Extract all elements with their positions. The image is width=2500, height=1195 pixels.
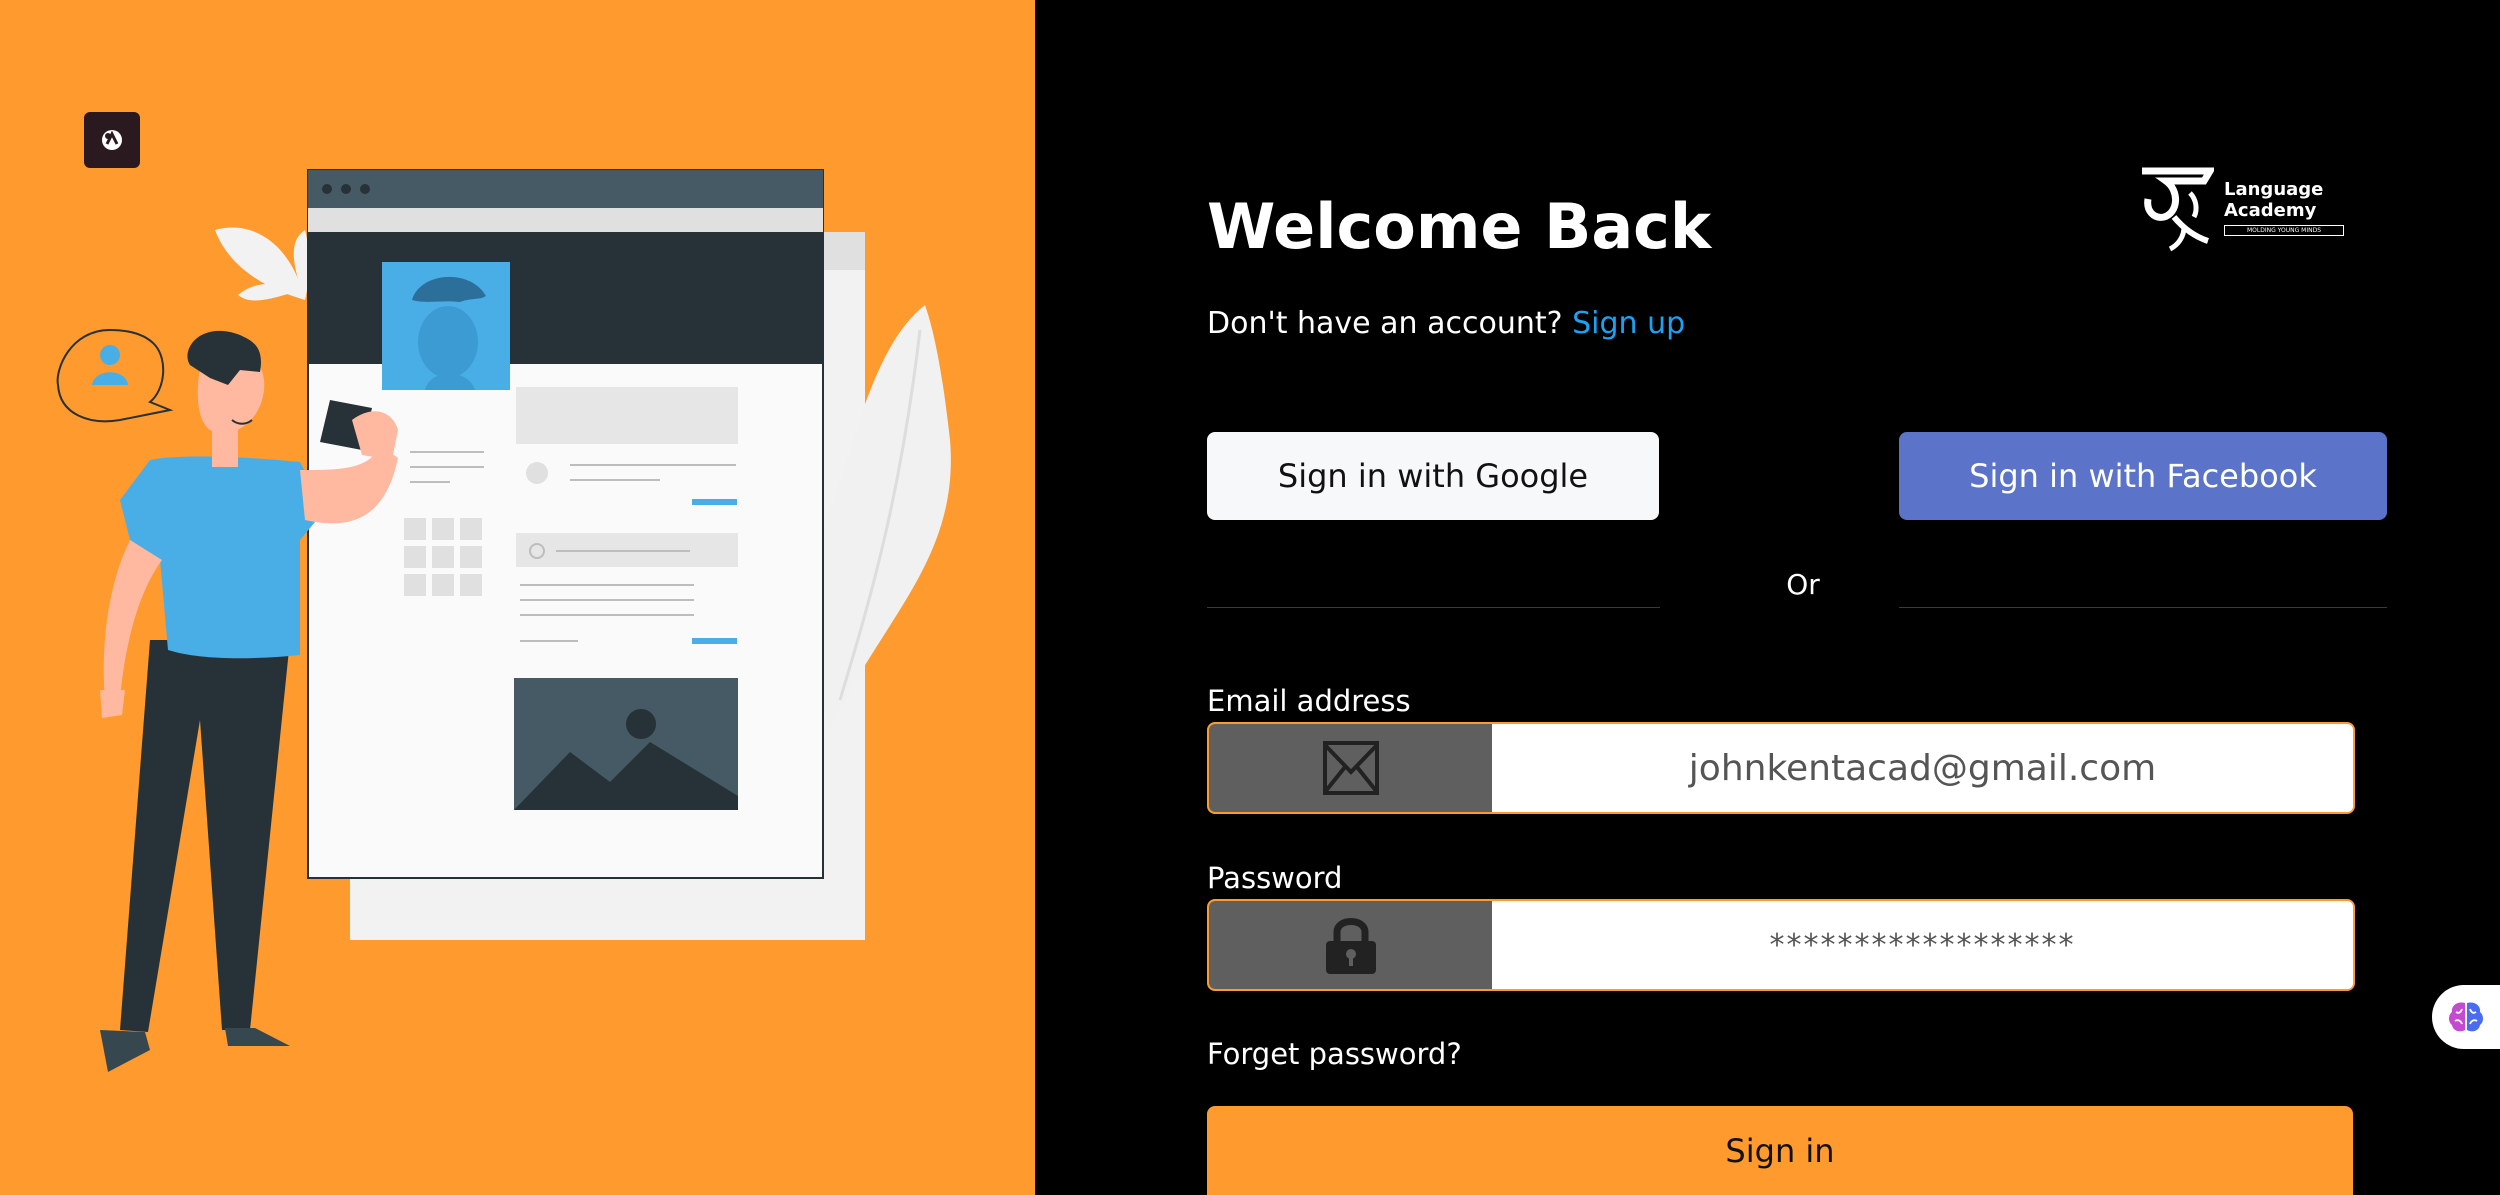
signup-link[interactable]: Sign up: [1572, 306, 1685, 341]
logo-line2: Academy: [2224, 200, 2317, 221]
divider-right: [1899, 607, 2387, 608]
signup-prompt: Don't have an account? Sign up: [1207, 306, 1685, 341]
email-input[interactable]: [1492, 724, 2353, 812]
logo-line1: Language: [2224, 179, 2324, 200]
sign-in-google-button[interactable]: Sign in with Google: [1207, 432, 1659, 520]
no-account-text: Don't have an account?: [1207, 306, 1563, 341]
envelope-icon: [1209, 724, 1492, 812]
password-field: [1207, 899, 2355, 991]
email-field: [1207, 722, 2355, 814]
password-label: Password: [1207, 861, 1343, 895]
page-title: Welcome Back: [1207, 190, 1712, 263]
sign-in-facebook-button[interactable]: Sign in with Facebook: [1899, 432, 2387, 520]
lock-icon: [1209, 901, 1492, 989]
login-panel: Welcome Back Language Academy MOLDING YO…: [1035, 0, 2500, 1195]
brain-assistant-button[interactable]: [2432, 985, 2500, 1049]
password-input[interactable]: [1492, 901, 2353, 989]
forget-password-link[interactable]: Forget password?: [1207, 1037, 1462, 1071]
illustration-panel: [0, 0, 1035, 1195]
language-academy-logo: Language Academy MOLDING YOUNG MINDS: [2138, 167, 2348, 252]
logo-tagline: MOLDING YOUNG MINDS: [2224, 225, 2344, 236]
person-with-website-illustration: [56, 169, 951, 1072]
brain-icon: [2449, 1002, 2483, 1032]
divider-or-text: Or: [1786, 568, 1820, 601]
sign-in-button[interactable]: Sign in: [1207, 1106, 2353, 1195]
email-label: Email address: [1207, 684, 1411, 718]
divider-left: [1207, 607, 1660, 608]
logo-wordmark: Language Academy: [2224, 179, 2323, 221]
logo-emblem-icon: [2142, 167, 2214, 252]
